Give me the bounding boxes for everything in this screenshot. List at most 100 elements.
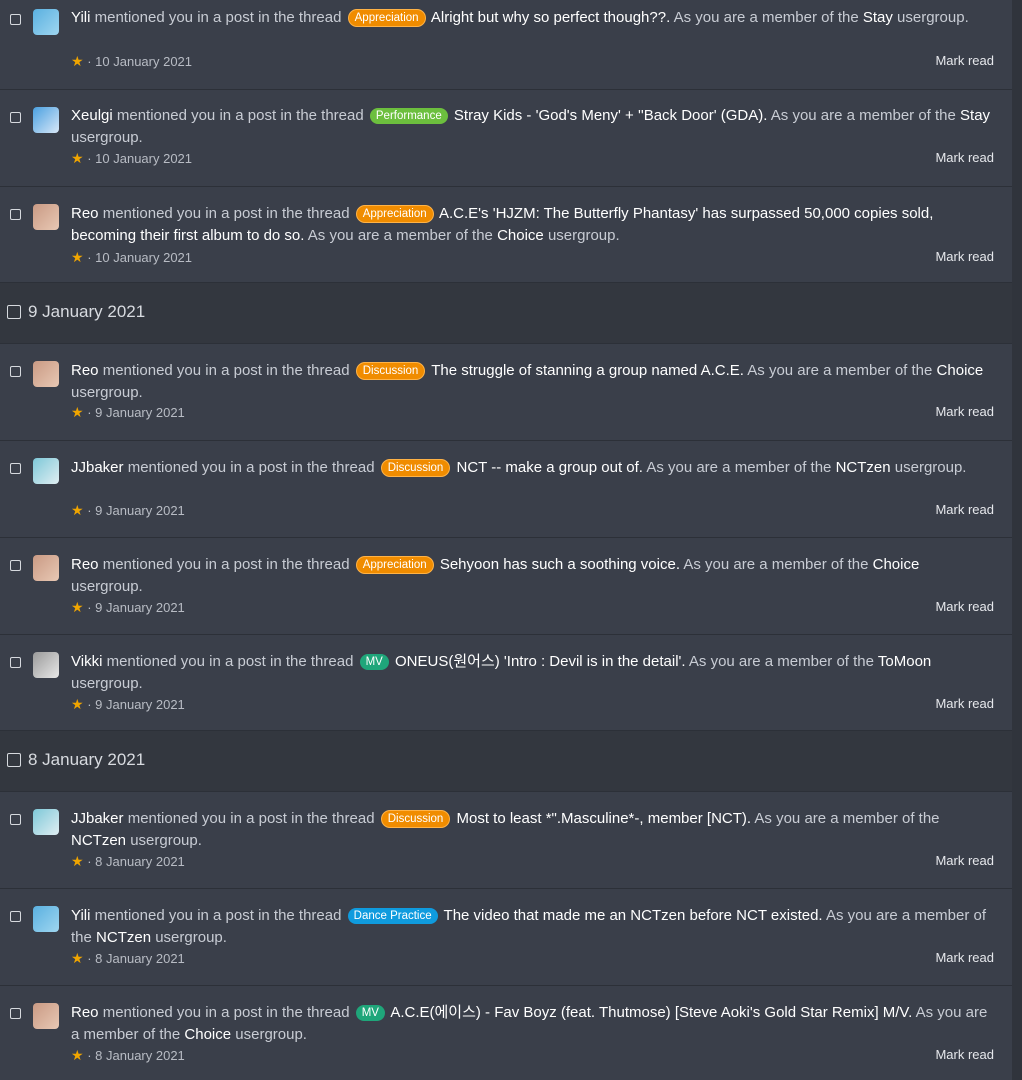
- mark-read-link[interactable]: Mark read: [935, 853, 994, 869]
- member-text: As you are a member of the: [683, 556, 869, 573]
- avatar[interactable]: [33, 1003, 59, 1029]
- mark-read-link[interactable]: Mark read: [935, 1047, 994, 1063]
- alert-checkbox[interactable]: [10, 14, 21, 25]
- avatar[interactable]: [33, 652, 59, 678]
- alert-action-text: mentioned you in a post in the thread: [127, 810, 375, 827]
- alert-meta: ★ · 8 January 2021: [71, 1047, 185, 1064]
- alert-action-text: mentioned you in a post in the thread: [102, 556, 350, 573]
- mark-read-link[interactable]: Mark read: [935, 53, 994, 69]
- alert-checkbox[interactable]: [10, 911, 21, 922]
- avatar[interactable]: [33, 9, 59, 35]
- thread-prefix[interactable]: Dance Practice: [347, 908, 438, 924]
- avatar[interactable]: [33, 361, 59, 387]
- avatar[interactable]: [33, 204, 59, 230]
- alert-item: Reo mentioned you in a post in the threa…: [0, 344, 1012, 441]
- alert-checkbox[interactable]: [10, 209, 21, 220]
- alert-meta: ★ · 8 January 2021: [71, 950, 185, 967]
- alert-meta: ★ · 9 January 2021: [71, 599, 185, 616]
- alert-text: Vikki mentioned you in a post in the thr…: [71, 651, 992, 695]
- avatar[interactable]: [33, 906, 59, 932]
- usergroup-name: Stay: [960, 107, 991, 124]
- thread-prefix[interactable]: Performance: [369, 108, 448, 124]
- usergroup-name: Choice: [872, 556, 920, 573]
- alert-item: Reo mentioned you in a post in the threa…: [0, 986, 1012, 1080]
- thread-prefix[interactable]: Appreciation: [347, 9, 426, 27]
- alert-action-text: mentioned you in a post in the thread: [102, 1004, 350, 1021]
- alert-checkbox[interactable]: [10, 657, 21, 668]
- alert-checkbox[interactable]: [10, 366, 21, 377]
- alert-date: 8 January 2021: [95, 854, 185, 869]
- thread-prefix[interactable]: MV: [359, 654, 389, 670]
- mark-read-link[interactable]: Mark read: [935, 696, 994, 712]
- thread-prefix[interactable]: Discussion: [380, 810, 451, 828]
- alert-item: Vikki mentioned you in a post in the thr…: [0, 635, 1012, 731]
- usergroup-name: Choice: [497, 227, 544, 244]
- thread-title-link[interactable]: The video that made me an NCTzen before …: [444, 907, 823, 924]
- alert-text: Reo mentioned you in a post in the threa…: [71, 203, 992, 247]
- alert-checkbox[interactable]: [10, 814, 21, 825]
- alert-checkbox[interactable]: [10, 560, 21, 571]
- avatar[interactable]: [33, 107, 59, 133]
- group-date-label: 9 January 2021: [28, 302, 146, 321]
- alert-date: 8 January 2021: [95, 1048, 185, 1063]
- alert-user-link[interactable]: Vikki: [71, 653, 102, 670]
- usergroup-name: Stay: [862, 9, 893, 26]
- alert-checkbox[interactable]: [10, 463, 21, 474]
- alert-text: Reo mentioned you in a post in the threa…: [71, 554, 992, 598]
- usergroup-suffix: usergroup.: [130, 832, 202, 849]
- alert-user-link[interactable]: JJbaker: [71, 810, 124, 827]
- mark-read-link[interactable]: Mark read: [935, 950, 994, 966]
- alert-item: JJbaker mentioned you in a post in the t…: [0, 441, 1012, 538]
- alert-meta: ★ · 8 January 2021: [71, 853, 185, 870]
- avatar[interactable]: [33, 458, 59, 484]
- alert-checkbox[interactable]: [10, 112, 21, 123]
- thread-prefix[interactable]: Discussion: [380, 459, 451, 477]
- thread-prefix[interactable]: Appreciation: [355, 205, 434, 223]
- thread-title-link[interactable]: A.C.E(에이스) - Fav Boyz (feat. Thutmose) […: [390, 1004, 912, 1021]
- alert-user-link[interactable]: Reo: [71, 205, 99, 222]
- thread-prefix[interactable]: Appreciation: [355, 556, 434, 574]
- meta-dot: ·: [87, 151, 92, 166]
- alert-user-link[interactable]: Reo: [71, 1004, 99, 1021]
- mark-read-link[interactable]: Mark read: [935, 599, 994, 615]
- member-text: As you are a member of the: [747, 362, 933, 379]
- mark-read-link[interactable]: Mark read: [935, 150, 994, 166]
- thread-title-link[interactable]: Sehyoon has such a soothing voice.: [440, 556, 680, 573]
- thread-title-link[interactable]: The struggle of stanning a group named A…: [431, 362, 744, 379]
- alert-user-link[interactable]: Reo: [71, 556, 99, 573]
- thread-title-link[interactable]: NCT -- make a group out of.: [457, 459, 643, 476]
- scrollbar[interactable]: [1012, 0, 1022, 1080]
- thread-title-link[interactable]: Stray Kids - 'God's Meny' + ''Back Door'…: [454, 107, 768, 124]
- member-text: As you are a member of the: [646, 459, 832, 476]
- thread-prefix[interactable]: MV: [355, 1005, 385, 1021]
- alert-date: 9 January 2021: [95, 600, 185, 615]
- avatar[interactable]: [33, 809, 59, 835]
- alert-text: JJbaker mentioned you in a post in the t…: [71, 457, 992, 479]
- avatar[interactable]: [33, 555, 59, 581]
- alert-action-text: mentioned you in a post in the thread: [102, 362, 350, 379]
- mark-read-link[interactable]: Mark read: [935, 404, 994, 420]
- mark-read-link[interactable]: Mark read: [935, 502, 994, 518]
- mark-read-link[interactable]: Mark read: [935, 249, 994, 265]
- alert-user-link[interactable]: Yili: [71, 907, 90, 924]
- alert-date: 8 January 2021: [95, 951, 185, 966]
- usergroup-name: NCTzen: [835, 459, 891, 476]
- alert-meta: ★ · 10 January 2021: [71, 249, 192, 266]
- alert-user-link[interactable]: Xeulgi: [71, 107, 113, 124]
- thread-title-link[interactable]: ONEUS(원어스) 'Intro : Devil is in the deta…: [395, 653, 686, 670]
- group-checkbox[interactable]: [7, 305, 21, 319]
- alert-item: Yili mentioned you in a post in the thre…: [0, 0, 1012, 90]
- alert-checkbox[interactable]: [10, 1008, 21, 1019]
- alert-user-link[interactable]: Reo: [71, 362, 99, 379]
- alert-user-link[interactable]: Yili: [71, 9, 90, 26]
- star-icon: ★: [71, 502, 84, 518]
- thread-title-link[interactable]: Most to least *".Masculine*-, member [NC…: [457, 810, 752, 827]
- thread-title-link[interactable]: Alright but why so perfect though??.: [431, 9, 670, 26]
- alert-date: 9 January 2021: [95, 503, 185, 518]
- alert-item: Xeulgi mentioned you in a post in the th…: [0, 90, 1012, 187]
- alert-action-text: mentioned you in a post in the thread: [102, 205, 350, 222]
- alert-user-link[interactable]: JJbaker: [71, 459, 124, 476]
- usergroup-suffix: usergroup.: [897, 9, 969, 26]
- group-checkbox[interactable]: [7, 753, 21, 767]
- thread-prefix[interactable]: Discussion: [355, 362, 426, 380]
